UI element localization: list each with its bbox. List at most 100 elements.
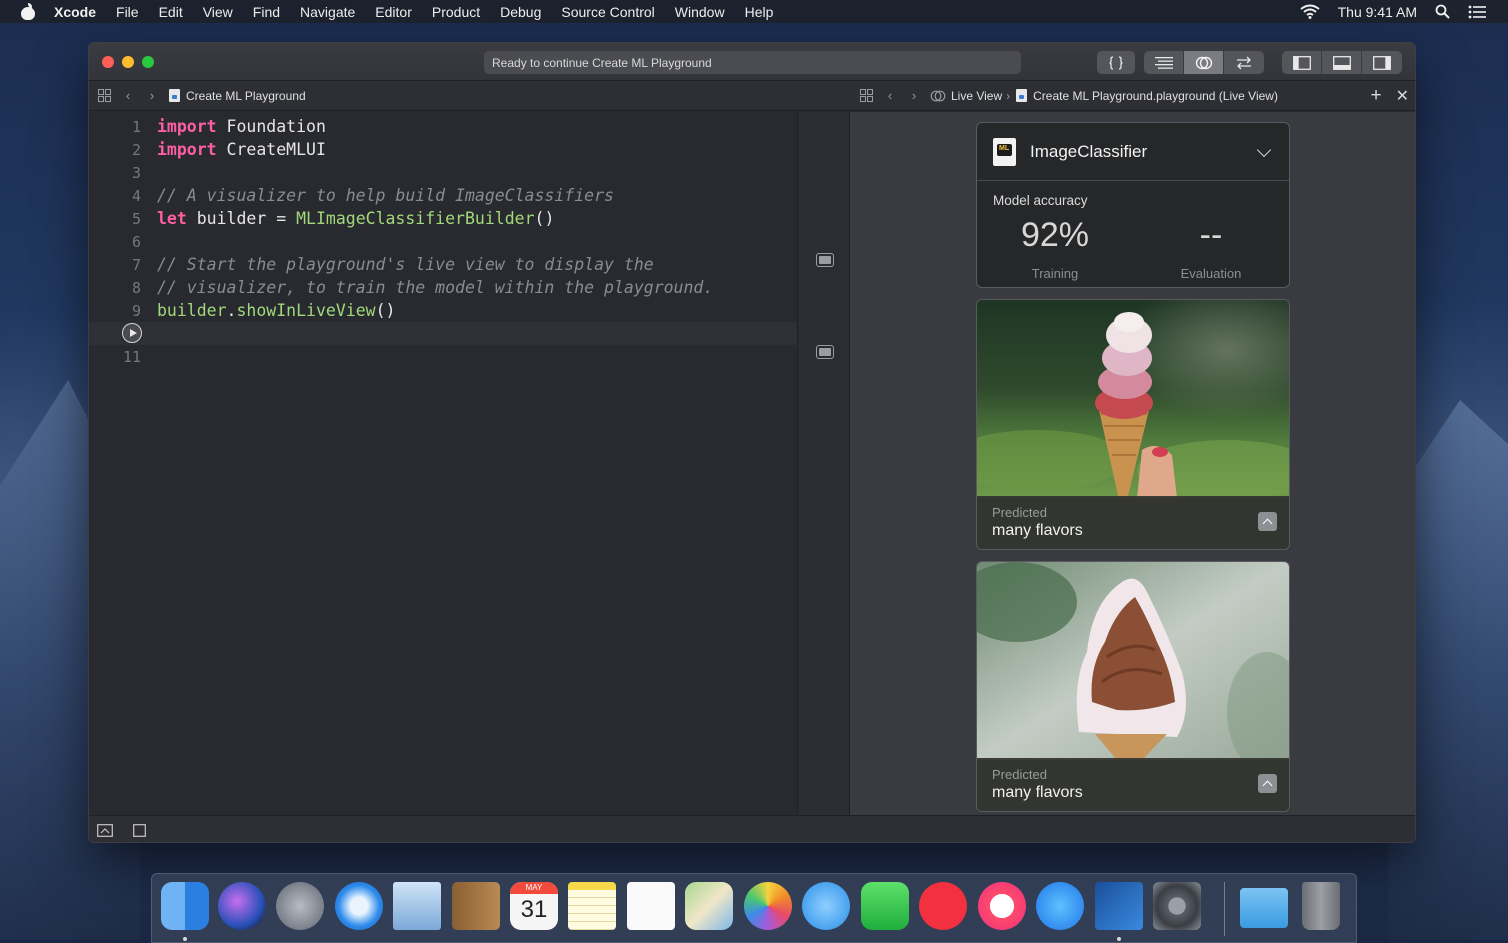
soft-serve-ice-cream-photo: [977, 562, 1289, 760]
facetime-icon[interactable]: [861, 882, 909, 930]
stop-playground-icon[interactable]: [133, 824, 146, 837]
module-foundation: Foundation: [226, 117, 326, 136]
execute-playground-play-icon[interactable]: [122, 323, 142, 343]
classifier-header[interactable]: ML ImageClassifier: [977, 123, 1289, 181]
assistant-editor-button[interactable]: [1184, 51, 1224, 74]
window-minimize-button[interactable]: [122, 56, 134, 68]
version-editor-button[interactable]: [1224, 51, 1264, 74]
notes-icon[interactable]: [568, 882, 616, 930]
chevron-up-icon[interactable]: [1258, 774, 1277, 793]
menu-view[interactable]: View: [203, 4, 233, 20]
code-line-11[interactable]: 11: [89, 345, 797, 368]
forward-chevron-icon[interactable]: ›: [143, 87, 161, 105]
menu-clock[interactable]: Thu 9:41 AM: [1338, 4, 1417, 20]
activity-status-field: Ready to continue Create ML Playground: [484, 51, 1021, 74]
menu-editor[interactable]: Editor: [375, 4, 412, 20]
prediction-card[interactable]: Predicted many flavors: [976, 561, 1290, 812]
line-number: 3: [131, 163, 141, 182]
spotlight-search-icon[interactable]: [1435, 4, 1450, 19]
running-indicator: [1117, 937, 1121, 941]
app-store-icon[interactable]: [1036, 882, 1084, 930]
close-editor-icon[interactable]: ✕: [1396, 86, 1409, 106]
code-line-8[interactable]: 8 // visualizer, to train the model with…: [89, 276, 797, 299]
code-line-3[interactable]: 3: [89, 161, 797, 184]
trash-icon[interactable]: [1302, 882, 1340, 930]
show-result-quicklook-icon[interactable]: [816, 253, 834, 267]
panel-toggle-group: [1282, 51, 1402, 74]
jump-bar-live-view-file[interactable]: Create ML Playground.playground (Live Vi…: [1033, 89, 1278, 103]
code-line-4[interactable]: 4 // A visualizer to help build ImageCla…: [89, 184, 797, 207]
code-line-7[interactable]: 7 // Start the playground's live view to…: [89, 253, 797, 276]
editor-jump-bar: ‹ › Create ML Playground: [89, 81, 849, 111]
menu-debug[interactable]: Debug: [500, 4, 541, 20]
training-label: Training: [1031, 266, 1079, 281]
code-line-6[interactable]: 6: [89, 230, 797, 253]
music-icon[interactable]: [978, 882, 1026, 930]
code-line-2[interactable]: 2 import CreateMLUI: [89, 138, 797, 161]
left-panel-icon: [1292, 55, 1311, 70]
code-comment: // A visualizer to help build ImageClass…: [157, 186, 614, 205]
code-line-1[interactable]: 1 import Foundation: [89, 115, 797, 138]
toggle-debug-area-button[interactable]: [1322, 51, 1362, 74]
toggle-inspector-button[interactable]: [1362, 51, 1402, 74]
maps-icon[interactable]: [685, 882, 733, 930]
menu-edit[interactable]: Edit: [159, 4, 183, 20]
chevron-down-icon[interactable]: [1256, 142, 1272, 157]
menu-bar: Xcode File Edit View Find Navigate Edito…: [0, 0, 1508, 23]
add-editor-plus-icon[interactable]: +: [1370, 85, 1381, 107]
standard-editor-button[interactable]: [1144, 51, 1184, 74]
photos-icon[interactable]: [744, 882, 792, 930]
menu-app-name[interactable]: Xcode: [54, 4, 96, 20]
prediction-card[interactable]: Predicted many flavors: [976, 299, 1290, 550]
assistant-back-chevron-icon[interactable]: ‹: [881, 87, 899, 105]
safari-icon[interactable]: [335, 882, 383, 930]
menu-help[interactable]: Help: [745, 4, 774, 20]
assistant-related-items-grid-icon[interactable]: [857, 87, 875, 105]
call-parens: (): [534, 209, 555, 228]
calendar-icon[interactable]: MAY 31: [510, 882, 558, 930]
window-close-button[interactable]: [102, 56, 114, 68]
apple-menu-icon[interactable]: [20, 2, 36, 20]
show-result-quicklook-icon[interactable]: [816, 345, 834, 359]
assistant-forward-chevron-icon[interactable]: ›: [905, 87, 923, 105]
menu-file[interactable]: File: [116, 4, 139, 20]
line-number: 4: [131, 186, 141, 205]
related-items-grid-icon[interactable]: [95, 87, 113, 105]
messages-icon[interactable]: [802, 882, 850, 930]
assistant-playground-file-icon: [1016, 89, 1028, 102]
toggle-navigator-button[interactable]: [1282, 51, 1322, 74]
menu-window[interactable]: Window: [675, 4, 725, 20]
hide-debug-area-icon[interactable]: [97, 824, 113, 837]
jump-bar-live-view[interactable]: Live View: [951, 89, 1002, 103]
launchpad-icon[interactable]: [276, 882, 324, 930]
code-line-5[interactable]: 5 let builder = MLImageClassifierBuilder…: [89, 207, 797, 230]
chevron-up-icon[interactable]: [1258, 512, 1277, 531]
menu-product[interactable]: Product: [432, 4, 480, 20]
system-preferences-icon[interactable]: [1153, 882, 1201, 930]
news-icon[interactable]: [919, 882, 967, 930]
source-editor[interactable]: 1 import Foundation 2 import CreateMLUI …: [89, 112, 797, 815]
downloads-folder-icon[interactable]: [1240, 888, 1288, 928]
mail-icon[interactable]: [393, 882, 441, 930]
menu-find[interactable]: Find: [253, 4, 280, 20]
evaluation-metric: -- Evaluation: [1133, 214, 1289, 281]
back-chevron-icon[interactable]: ‹: [119, 87, 137, 105]
siri-icon[interactable]: [218, 882, 266, 930]
contacts-icon[interactable]: [452, 882, 500, 930]
jump-bar-file-name[interactable]: Create ML Playground: [186, 89, 306, 103]
menu-navigate[interactable]: Navigate: [300, 4, 355, 20]
code-line-9[interactable]: 9 builder.showInLiveView(): [89, 299, 797, 322]
window-zoom-button[interactable]: [142, 56, 154, 68]
predicted-label: Predicted: [992, 505, 1047, 520]
xcode-icon[interactable]: [1095, 882, 1143, 930]
library-button[interactable]: [1097, 51, 1135, 74]
notification-center-icon[interactable]: [1468, 5, 1486, 19]
code-line-10-current[interactable]: [89, 322, 797, 345]
curly-braces-icon: [1109, 55, 1123, 70]
predicted-class-value: many flavors: [992, 522, 1083, 539]
line-number: 5: [131, 209, 141, 228]
wifi-icon[interactable]: [1299, 4, 1320, 19]
finder-icon[interactable]: [161, 882, 209, 930]
reminders-icon[interactable]: [627, 882, 675, 930]
menu-source-control[interactable]: Source Control: [561, 4, 654, 20]
